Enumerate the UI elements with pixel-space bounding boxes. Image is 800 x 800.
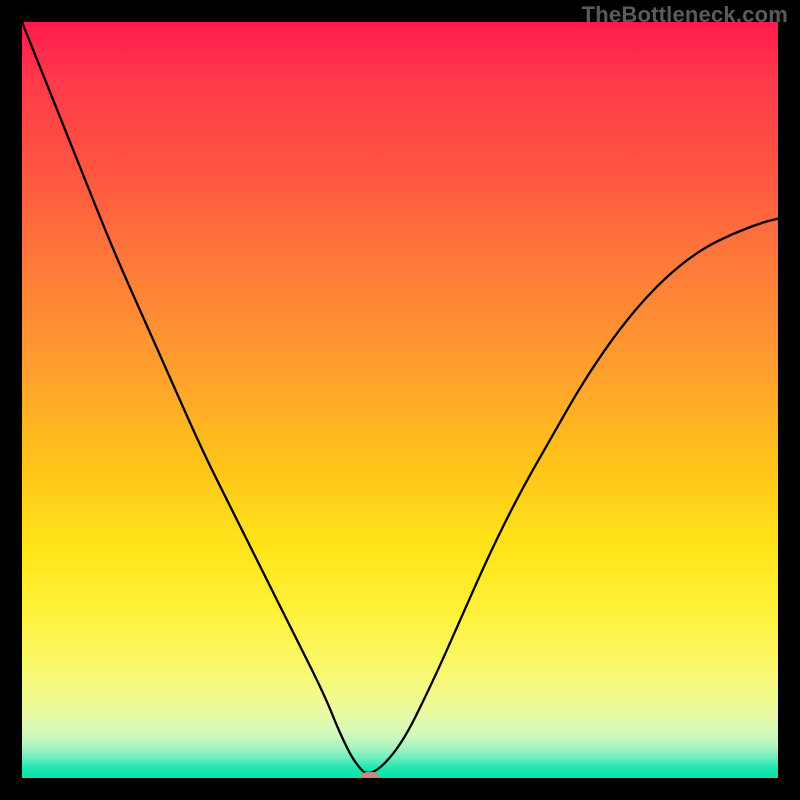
plot-area xyxy=(22,22,778,778)
optimal-point-marker xyxy=(361,772,379,778)
watermark-text: TheBottleneck.com xyxy=(582,2,788,28)
plot-border xyxy=(22,22,778,778)
curve-path xyxy=(22,22,778,773)
bottleneck-curve xyxy=(22,22,778,778)
chart-frame: TheBottleneck.com xyxy=(0,0,800,800)
